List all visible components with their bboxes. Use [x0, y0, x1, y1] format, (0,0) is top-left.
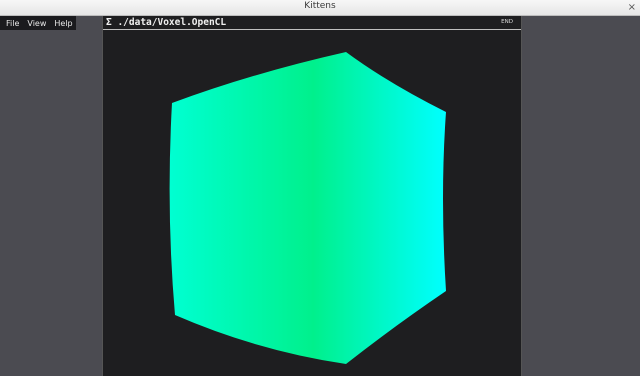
render-viewport[interactable] [103, 31, 521, 376]
cube-render-icon [169, 52, 446, 364]
menu-bar: File View Help [0, 16, 76, 30]
workspace: File View Help Σ ./data/Voxel.OpenCL END [0, 16, 640, 376]
panel-title: Σ ./data/Voxel.OpenCL [106, 17, 227, 28]
panel-header: Σ ./data/Voxel.OpenCL END [103, 16, 521, 30]
menu-file[interactable]: File [2, 19, 23, 28]
end-button[interactable]: END [501, 19, 513, 25]
window-title: Kittens [304, 1, 336, 11]
window-titlebar: Kittens × [0, 0, 640, 16]
render-panel: Σ ./data/Voxel.OpenCL END [102, 16, 522, 376]
menu-view[interactable]: View [23, 19, 50, 28]
menu-help[interactable]: Help [50, 19, 76, 28]
close-icon[interactable]: × [628, 1, 636, 14]
